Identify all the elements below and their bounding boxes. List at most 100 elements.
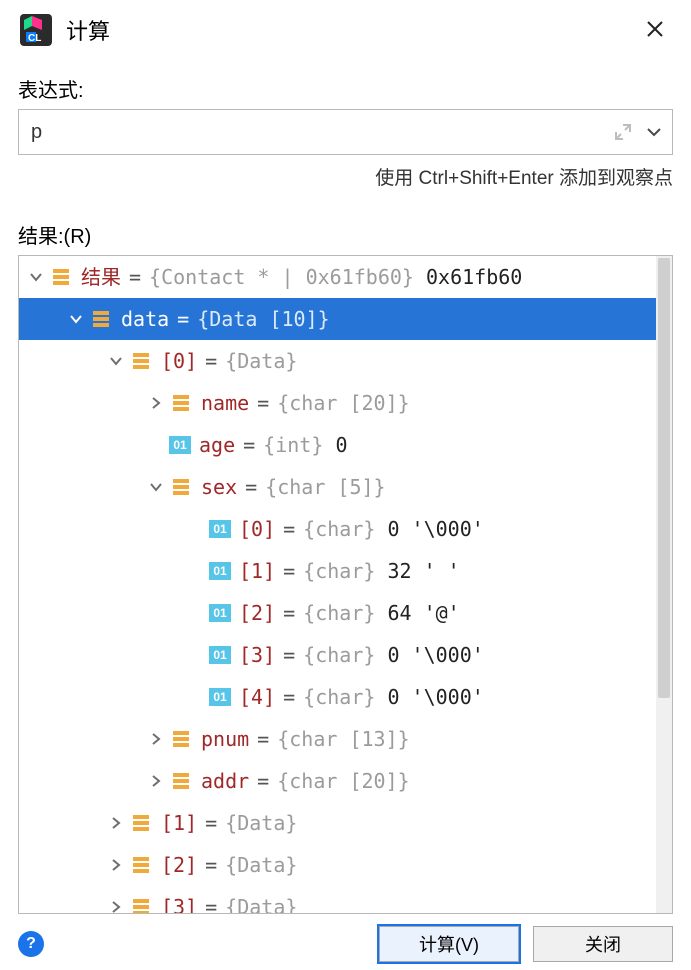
chevron-right-icon[interactable] [143, 396, 169, 410]
node-name: name [201, 393, 249, 413]
tree-row-addr[interactable]: addr = {char [20]} [19, 760, 656, 802]
node-type: {int} [263, 435, 323, 455]
node-name: [1] [161, 813, 197, 833]
struct-icon [169, 477, 193, 497]
node-type: {char [5]} [265, 477, 385, 497]
hint-text: 使用 Ctrl+Shift+Enter 添加到观察点 [18, 163, 673, 190]
equals: = [177, 309, 189, 329]
tree-row-data3[interactable]: [3] = {Data} [19, 886, 656, 913]
chevron-right-icon[interactable] [103, 858, 129, 872]
tree-row-sex2[interactable]: 01 [2] = {char} 64 '@' [19, 592, 656, 634]
equals: = [257, 729, 269, 749]
expression-field[interactable] [18, 109, 673, 155]
primitive-icon: 01 [209, 688, 231, 706]
results-panel: 结果 = {Contact * | 0x61fb60} 0x61fb60 dat… [18, 255, 673, 914]
node-name: data [121, 309, 169, 329]
equals: = [283, 645, 295, 665]
chevron-down-icon[interactable] [103, 354, 129, 368]
tree-row-sex3[interactable]: 01 [3] = {char} 0 '\000' [19, 634, 656, 676]
node-type: {char [13]} [277, 729, 409, 749]
node-value: 0 '\000' [387, 687, 483, 707]
node-type: {Data} [225, 813, 297, 833]
node-name: [0] [161, 351, 197, 371]
node-value: 64 '@' [387, 603, 459, 623]
node-name: addr [201, 771, 249, 791]
tree-row-name[interactable]: name = {char [20]} [19, 382, 656, 424]
expression-label: 表达式: [18, 74, 673, 103]
primitive-icon: 01 [209, 520, 231, 538]
node-value: 0x61fb60 [426, 267, 522, 287]
tree-row-sex4[interactable]: 01 [4] = {char} 0 '\000' [19, 676, 656, 718]
node-name: [1] [239, 561, 275, 581]
chevron-right-icon[interactable] [103, 900, 129, 913]
node-type: {Data} [225, 855, 297, 875]
chevron-right-icon[interactable] [143, 732, 169, 746]
primitive-icon: 01 [209, 562, 231, 580]
tree-row-pnum[interactable]: pnum = {char [13]} [19, 718, 656, 760]
equals: = [205, 813, 217, 833]
node-type: {char} [303, 519, 375, 539]
help-icon[interactable]: ? [18, 931, 44, 957]
tree-row-sex0[interactable]: 01 [0] = {char} 0 '\000' [19, 508, 656, 550]
node-type: {Data} [225, 897, 297, 913]
equals: = [205, 897, 217, 913]
primitive-icon: 01 [209, 646, 231, 664]
close-button[interactable]: 关闭 [533, 926, 673, 962]
results-tree[interactable]: 结果 = {Contact * | 0x61fb60} 0x61fb60 dat… [19, 256, 656, 913]
node-type: {char} [303, 645, 375, 665]
primitive-icon: 01 [209, 604, 231, 622]
node-name: 结果 [81, 267, 121, 287]
node-value: 32 ' ' [387, 561, 459, 581]
evaluate-button[interactable]: 计算(V) [379, 926, 519, 962]
struct-icon [129, 897, 153, 913]
node-type: {char} [303, 561, 375, 581]
close-icon[interactable] [637, 13, 673, 47]
struct-icon [129, 813, 153, 833]
equals: = [205, 855, 217, 875]
tree-row-sex[interactable]: sex = {char [5]} [19, 466, 656, 508]
node-value: 0 [335, 435, 347, 455]
chevron-down-icon[interactable] [143, 480, 169, 494]
chevron-right-icon[interactable] [143, 774, 169, 788]
equals: = [283, 519, 295, 539]
equals: = [129, 267, 141, 287]
struct-icon [89, 309, 113, 329]
node-name: pnum [201, 729, 249, 749]
tree-row-data[interactable]: data = {Data [10]} [19, 298, 656, 340]
equals: = [283, 687, 295, 707]
svg-text:CL: CL [28, 33, 41, 44]
node-type: {Contact * | 0x61fb60} [149, 267, 414, 287]
expression-input[interactable] [29, 120, 614, 145]
tree-row-root[interactable]: 结果 = {Contact * | 0x61fb60} 0x61fb60 [19, 256, 656, 298]
results-label: 结果:(R) [18, 220, 673, 249]
tree-row-data1[interactable]: [1] = {Data} [19, 802, 656, 844]
chevron-down-icon[interactable] [63, 312, 89, 326]
struct-icon [49, 267, 73, 287]
equals: = [257, 771, 269, 791]
node-name: [2] [161, 855, 197, 875]
tree-row-data2[interactable]: [2] = {Data} [19, 844, 656, 886]
chevron-down-icon[interactable] [646, 124, 662, 140]
primitive-icon: 01 [169, 436, 191, 454]
tree-row-data0[interactable]: [0] = {Data} [19, 340, 656, 382]
node-name: [2] [239, 603, 275, 623]
node-type: {char} [303, 687, 375, 707]
chevron-down-icon[interactable] [23, 270, 49, 284]
scrollbar[interactable] [656, 256, 672, 913]
node-name: [3] [161, 897, 197, 913]
node-type: {char [20]} [277, 771, 409, 791]
expand-icon[interactable] [614, 123, 632, 141]
struct-icon [129, 855, 153, 875]
equals: = [283, 603, 295, 623]
scrollbar-thumb[interactable] [658, 258, 670, 698]
struct-icon [129, 351, 153, 371]
node-value: 0 '\000' [387, 645, 483, 665]
chevron-right-icon[interactable] [103, 816, 129, 830]
tree-row-sex1[interactable]: 01 [1] = {char} 32 ' ' [19, 550, 656, 592]
equals: = [245, 477, 257, 497]
equals: = [257, 393, 269, 413]
node-name: sex [201, 477, 237, 497]
equals: = [205, 351, 217, 371]
struct-icon [169, 393, 193, 413]
tree-row-age[interactable]: 01 age = {int} 0 [19, 424, 656, 466]
